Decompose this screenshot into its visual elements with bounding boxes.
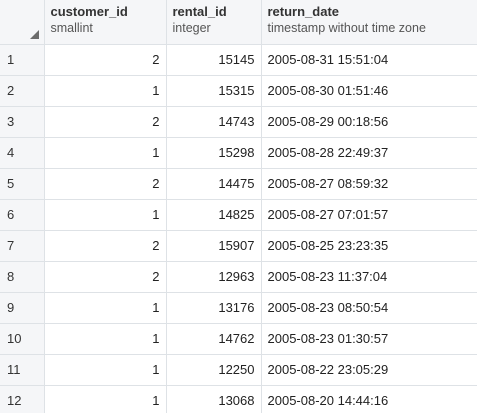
column-type: timestamp without time zone (267, 21, 426, 35)
cell-customer-id[interactable]: 2 (44, 106, 167, 138)
cell-rental-id[interactable]: 15315 (166, 75, 262, 107)
row-number[interactable]: 2 (0, 75, 45, 107)
cell-rental-id[interactable]: 14743 (166, 106, 262, 138)
row-number[interactable]: 11 (0, 354, 45, 386)
column-header-rental-id[interactable]: rental_id integer (166, 0, 262, 45)
row-number[interactable]: 1 (0, 44, 45, 76)
cell-return-date[interactable]: 2005-08-27 08:59:32 (261, 168, 477, 200)
row-number[interactable]: 12 (0, 385, 45, 413)
row-number[interactable]: 10 (0, 323, 45, 355)
cell-customer-id[interactable]: 2 (44, 168, 167, 200)
cell-return-date[interactable]: 2005-08-23 11:37:04 (261, 261, 477, 293)
cell-return-date[interactable]: 2005-08-28 22:49:37 (261, 137, 477, 169)
column-type: smallint (50, 21, 93, 35)
table-row[interactable]: 7 2 15907 2005-08-25 23:23:35 (0, 230, 477, 262)
column-type: integer (172, 21, 211, 35)
table-row[interactable]: 12 1 13068 2005-08-20 14:44:16 (0, 385, 477, 413)
select-all-corner[interactable] (0, 0, 45, 45)
row-number[interactable]: 6 (0, 199, 45, 231)
cell-return-date[interactable]: 2005-08-27 07:01:57 (261, 199, 477, 231)
row-number[interactable]: 4 (0, 137, 45, 169)
cell-return-date[interactable]: 2005-08-25 23:23:35 (261, 230, 477, 262)
table-row[interactable]: 11 1 12250 2005-08-22 23:05:29 (0, 354, 477, 386)
corner-triangle-icon (29, 30, 39, 39)
row-number[interactable]: 8 (0, 261, 45, 293)
cell-rental-id[interactable]: 13068 (166, 385, 262, 413)
table-row[interactable]: 5 2 14475 2005-08-27 08:59:32 (0, 168, 477, 200)
cell-customer-id[interactable]: 1 (44, 385, 167, 413)
table-row[interactable]: 4 1 15298 2005-08-28 22:49:37 (0, 137, 477, 169)
table-row[interactable]: 9 1 13176 2005-08-23 08:50:54 (0, 292, 477, 324)
column-name: rental_id (172, 4, 227, 19)
cell-rental-id[interactable]: 14825 (166, 199, 262, 231)
cell-customer-id[interactable]: 2 (44, 261, 167, 293)
cell-rental-id[interactable]: 12963 (166, 261, 262, 293)
data-table: customer_id smallint rental_id integer r… (0, 0, 477, 413)
table-row[interactable]: 6 1 14825 2005-08-27 07:01:57 (0, 199, 477, 231)
cell-rental-id[interactable]: 15145 (166, 44, 262, 76)
cell-customer-id[interactable]: 1 (44, 137, 167, 169)
cell-rental-id[interactable]: 13176 (166, 292, 262, 324)
table-row[interactable]: 3 2 14743 2005-08-29 00:18:56 (0, 106, 477, 138)
cell-return-date[interactable]: 2005-08-23 08:50:54 (261, 292, 477, 324)
cell-return-date[interactable]: 2005-08-29 00:18:56 (261, 106, 477, 138)
table-row[interactable]: 8 2 12963 2005-08-23 11:37:04 (0, 261, 477, 293)
cell-customer-id[interactable]: 1 (44, 323, 167, 355)
cell-return-date[interactable]: 2005-08-30 01:51:46 (261, 75, 477, 107)
table-row[interactable]: 10 1 14762 2005-08-23 01:30:57 (0, 323, 477, 355)
cell-customer-id[interactable]: 2 (44, 230, 167, 262)
cell-rental-id[interactable]: 14475 (166, 168, 262, 200)
cell-customer-id[interactable]: 1 (44, 199, 167, 231)
cell-rental-id[interactable]: 12250 (166, 354, 262, 386)
column-name: customer_id (50, 4, 128, 19)
header-row: customer_id smallint rental_id integer r… (0, 0, 477, 45)
cell-customer-id[interactable]: 1 (44, 75, 167, 107)
result-grid: customer_id smallint rental_id integer r… (0, 0, 477, 413)
cell-return-date[interactable]: 2005-08-20 14:44:16 (261, 385, 477, 413)
cell-customer-id[interactable]: 1 (44, 354, 167, 386)
table-row[interactable]: 2 1 15315 2005-08-30 01:51:46 (0, 75, 477, 107)
cell-customer-id[interactable]: 1 (44, 292, 167, 324)
cell-rental-id[interactable]: 15907 (166, 230, 262, 262)
cell-return-date[interactable]: 2005-08-23 01:30:57 (261, 323, 477, 355)
column-header-customer-id[interactable]: customer_id smallint (44, 0, 167, 45)
column-header-return-date[interactable]: return_date timestamp without time zone (261, 0, 477, 45)
cell-rental-id[interactable]: 15298 (166, 137, 262, 169)
row-number[interactable]: 3 (0, 106, 45, 138)
cell-customer-id[interactable]: 2 (44, 44, 167, 76)
table-row[interactable]: 1 2 15145 2005-08-31 15:51:04 (0, 44, 477, 76)
row-number[interactable]: 5 (0, 168, 45, 200)
column-name: return_date (267, 4, 340, 19)
cell-rental-id[interactable]: 14762 (166, 323, 262, 355)
row-number[interactable]: 9 (0, 292, 45, 324)
cell-return-date[interactable]: 2005-08-22 23:05:29 (261, 354, 477, 386)
cell-return-date[interactable]: 2005-08-31 15:51:04 (261, 44, 477, 76)
row-number[interactable]: 7 (0, 230, 45, 262)
